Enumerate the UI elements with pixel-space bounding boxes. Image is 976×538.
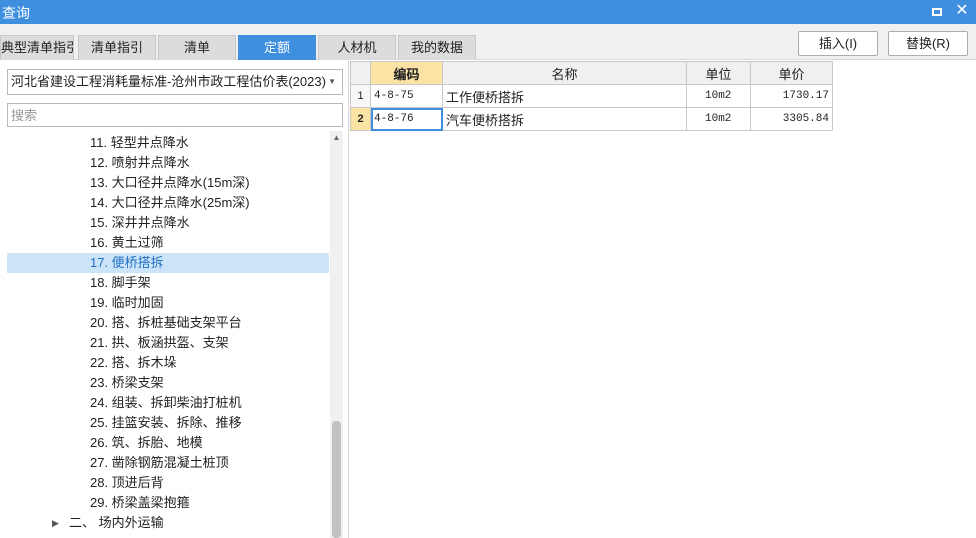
tree-item-label: 29. 桥梁盖梁抱箍	[90, 495, 190, 510]
tree-item-label: 16. 黄土过筛	[90, 235, 164, 250]
maximize-icon	[932, 8, 942, 16]
column-header-price[interactable]: 单价	[750, 61, 833, 85]
close-icon: ✕	[955, 2, 969, 19]
left-panel: 河北省建设工程消耗量标准-沧州市政工程估价表(2023) ▼ 11. 轻型井点降…	[0, 61, 349, 538]
row-number-header	[350, 61, 371, 85]
tree-item-label: 15. 深井井点降水	[90, 215, 190, 230]
tree-item[interactable]: 23. 桥梁支架	[7, 373, 329, 393]
library-select-value: 河北省建设工程消耗量标准-沧州市政工程估价表(2023)	[11, 74, 326, 89]
tree-item[interactable]: 24. 组装、拆卸柴油打桩机	[7, 393, 329, 413]
tree-item[interactable]: 25. 挂篮安装、拆除、推移	[7, 413, 329, 433]
expand-arrow-icon[interactable]: ▶	[52, 513, 59, 533]
cell-code[interactable]: 4-8-76	[370, 107, 443, 131]
quota-tree: 11. 轻型井点降水 12. 喷射井点降水 13. 大口径井点降水(15m深) …	[7, 131, 329, 538]
search-input[interactable]	[7, 103, 343, 127]
column-header-unit[interactable]: 单位	[686, 61, 751, 85]
tree-item-label: 25. 挂篮安装、拆除、推移	[90, 415, 242, 430]
column-header-name[interactable]: 名称	[442, 61, 687, 85]
results-grid: 编码 名称 单位 单价 1 4-8-75 工作便桥搭拆 10m2 1730.17…	[350, 61, 833, 131]
tree-item-label: 23. 桥梁支架	[90, 375, 164, 390]
tree-item-label: 13. 大口径井点降水(15m深)	[90, 175, 250, 190]
tree-scrollbar[interactable]: ▲	[330, 131, 343, 538]
window-title: 查询	[2, 5, 30, 21]
tree-item-label: 17. 便桥搭拆	[90, 255, 164, 270]
library-select[interactable]: 河北省建设工程消耗量标准-沧州市政工程估价表(2023) ▼	[7, 69, 343, 95]
cell-price[interactable]: 1730.17	[750, 84, 833, 108]
tree-item[interactable]: 14. 大口径井点降水(25m深)	[7, 193, 329, 213]
tab-list[interactable]: 清单	[158, 35, 236, 60]
tree-item[interactable]: 12. 喷射井点降水	[7, 153, 329, 173]
tree-item-label: 28. 顶进后背	[90, 475, 164, 490]
cell-code[interactable]: 4-8-75	[370, 84, 443, 108]
tree-item-label: 22. 搭、拆木垛	[90, 355, 177, 370]
close-button[interactable]: ✕	[953, 2, 971, 20]
toolbar: 典型清单指引 清单指引 清单 定额 人材机 我的数据 插入(I) 替换(R)	[0, 24, 976, 60]
tree-item[interactable]: 20. 搭、拆桩基础支架平台	[7, 313, 329, 333]
tree-item[interactable]: 21. 拱、板涵拱盔、支架	[7, 333, 329, 353]
maximize-button[interactable]	[928, 2, 946, 20]
insert-button[interactable]: 插入(I)	[798, 31, 878, 56]
cell-name[interactable]: 工作便桥搭拆	[442, 84, 687, 108]
results-panel: 编码 名称 单位 单价 1 4-8-75 工作便桥搭拆 10m2 1730.17…	[350, 61, 976, 538]
tree-item[interactable]: 26. 筑、拆胎、地模	[7, 433, 329, 453]
tab-list-guide[interactable]: 清单指引	[78, 35, 156, 60]
tree-item-label: 24. 组装、拆卸柴油打桩机	[90, 395, 242, 410]
replace-button[interactable]: 替换(R)	[888, 31, 968, 56]
tree-item-label: 18. 脚手架	[90, 275, 151, 290]
tab-quota[interactable]: 定额	[238, 35, 316, 60]
tab-my-data[interactable]: 我的数据	[398, 35, 476, 60]
tree-item-label: 12. 喷射井点降水	[90, 155, 190, 170]
tree-item-label: 14. 大口径井点降水(25m深)	[90, 195, 250, 210]
tree-group-item[interactable]: ▶ 二、 场内外运输	[7, 513, 329, 533]
cell-price[interactable]: 3305.84	[750, 107, 833, 131]
cell-unit[interactable]: 10m2	[686, 107, 751, 131]
chevron-down-icon: ▼	[328, 77, 336, 86]
tree-item[interactable]: 22. 搭、拆木垛	[7, 353, 329, 373]
tree-item[interactable]: 18. 脚手架	[7, 273, 329, 293]
row-number: 1	[350, 84, 371, 108]
tree-item[interactable]: 19. 临时加固	[7, 293, 329, 313]
tree-item[interactable]: 27. 凿除钢筋混凝土桩顶	[7, 453, 329, 473]
scrollbar-thumb[interactable]	[332, 421, 341, 538]
tree-item-label: 26. 筑、拆胎、地模	[90, 435, 203, 450]
tree-item[interactable]: 13. 大口径井点降水(15m深)	[7, 173, 329, 193]
column-header-code[interactable]: 编码	[370, 61, 443, 85]
tree-item-label: 21. 拱、板涵拱盔、支架	[90, 335, 229, 350]
grid-header-row: 编码 名称 单位 单价	[350, 61, 833, 85]
tree-item-label: 11. 轻型井点降水	[90, 135, 189, 150]
tree-item[interactable]: 15. 深井井点降水	[7, 213, 329, 233]
cell-unit[interactable]: 10m2	[686, 84, 751, 108]
title-bar: 查询 ✕	[0, 0, 976, 24]
tree-item-label: 20. 搭、拆桩基础支架平台	[90, 315, 242, 330]
tab-typical-list-guide[interactable]: 典型清单指引	[0, 35, 74, 60]
tree-item-label: 27. 凿除钢筋混凝土桩顶	[90, 455, 229, 470]
cell-name[interactable]: 汽车便桥搭拆	[442, 107, 687, 131]
tree-item[interactable]: 29. 桥梁盖梁抱箍	[7, 493, 329, 513]
table-row-current[interactable]: 2 4-8-76 汽车便桥搭拆 10m2 3305.84	[350, 107, 833, 131]
tree-item[interactable]: 11. 轻型井点降水	[7, 133, 329, 153]
tab-labor-material-machine[interactable]: 人材机	[318, 35, 396, 60]
row-number: 2	[350, 107, 371, 131]
tree-item[interactable]: 16. 黄土过筛	[7, 233, 329, 253]
tree-item-label: 19. 临时加固	[90, 295, 164, 310]
tree-item-selected[interactable]: 17. 便桥搭拆	[7, 253, 329, 273]
tree-item-label: 二、 场内外运输	[69, 515, 164, 530]
table-row[interactable]: 1 4-8-75 工作便桥搭拆 10m2 1730.17	[350, 84, 833, 108]
scroll-up-icon[interactable]: ▲	[330, 131, 343, 144]
tree-item[interactable]: 28. 顶进后背	[7, 473, 329, 493]
